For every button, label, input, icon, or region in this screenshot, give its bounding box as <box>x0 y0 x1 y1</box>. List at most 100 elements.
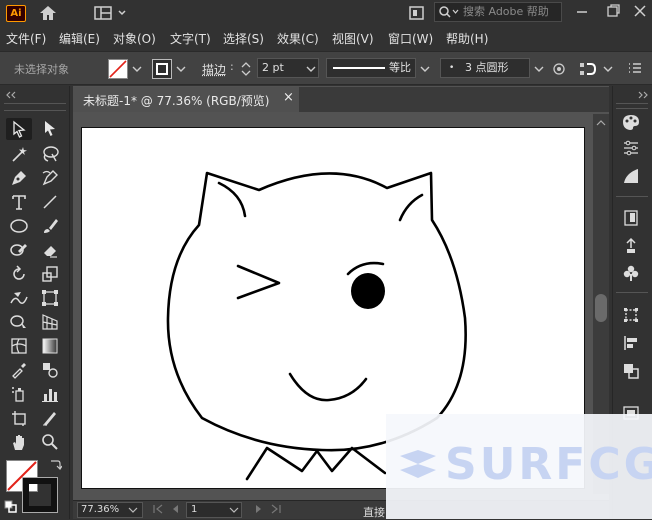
artboard-dropdown-icon[interactable] <box>229 504 239 518</box>
shaper-tool-icon[interactable] <box>8 240 30 260</box>
stroke-stepper[interactable] <box>238 59 254 79</box>
minimize-icon[interactable] <box>574 2 590 20</box>
open-eye-pupil <box>351 273 385 309</box>
variable-width-profile[interactable]: 等比 <box>326 58 416 78</box>
zoom-tool-icon[interactable] <box>39 432 61 452</box>
brush-definition[interactable]: • 3 点圆形 <box>440 58 530 78</box>
next-artboard-icon[interactable] <box>252 503 264 518</box>
control-menu-icon[interactable] <box>628 61 642 78</box>
slice-tool-icon[interactable] <box>39 408 61 428</box>
blend-tool-icon[interactable] <box>39 360 61 380</box>
pathfinder-panel-icon[interactable] <box>620 361 642 381</box>
swap-fill-stroke-icon[interactable] <box>48 458 63 475</box>
gradient-tool-icon[interactable] <box>39 336 61 356</box>
brush-dropdown-icon[interactable] <box>533 62 545 79</box>
stroke-dropdown-icon[interactable] <box>175 62 187 79</box>
stroke-weight-value: 2 pt <box>262 61 284 74</box>
last-artboard-icon[interactable] <box>268 503 282 518</box>
rotate-tool-icon[interactable] <box>8 264 30 284</box>
workspace-icon[interactable] <box>94 4 130 22</box>
tool-status-label: 直接 <box>363 506 385 519</box>
profile-dropdown-icon[interactable] <box>419 62 431 79</box>
gradient-panel-icon[interactable] <box>620 166 642 186</box>
paintbrush-tool-icon[interactable] <box>39 216 61 236</box>
menu-select[interactable]: 选择(S) <box>223 30 264 47</box>
fill-dropdown-icon[interactable] <box>131 62 143 79</box>
perspective-grid-tool-icon[interactable] <box>39 312 61 332</box>
warp-tool-icon[interactable] <box>8 288 30 308</box>
mouth-smile <box>288 372 368 402</box>
selection-status: 未选择对象 <box>14 63 69 76</box>
cat-head-outline <box>166 171 467 452</box>
mesh-tool-icon[interactable] <box>8 336 30 356</box>
stroke-color-swatch[interactable] <box>22 477 58 513</box>
tools-panel-grip[interactable] <box>4 103 66 111</box>
home-icon[interactable] <box>38 4 58 22</box>
prev-artboard-icon[interactable] <box>170 503 182 518</box>
zoom-dropdown-icon[interactable] <box>128 504 138 518</box>
menu-help[interactable]: 帮助(H) <box>446 30 488 47</box>
app-logo: Ai <box>6 5 26 22</box>
profile-line <box>333 67 385 69</box>
menu-effect[interactable]: 效果(C) <box>277 30 319 47</box>
dock-separator <box>616 196 648 197</box>
artboard-number: 1 <box>191 504 198 515</box>
brush-dot-icon: • <box>449 63 455 73</box>
default-fill-stroke-icon[interactable] <box>4 500 18 517</box>
properties-panel-icon[interactable] <box>620 138 642 158</box>
dock-grip[interactable] <box>616 103 648 109</box>
scale-tool-icon[interactable] <box>39 264 61 284</box>
lasso-tool-icon[interactable] <box>39 144 61 164</box>
magic-wand-tool-icon[interactable] <box>8 144 30 164</box>
zoom-value: 77.36% <box>81 504 120 515</box>
column-graph-tool-icon[interactable] <box>39 384 61 404</box>
menu-type[interactable]: 文字(T) <box>170 30 211 47</box>
restore-icon[interactable] <box>605 2 621 20</box>
align-dropdown-icon[interactable] <box>602 62 614 79</box>
color-panel-icon[interactable] <box>620 112 642 132</box>
menu-edit[interactable]: 编辑(E) <box>59 30 100 47</box>
free-transform-tool-icon[interactable] <box>39 288 61 308</box>
recolor-icon[interactable] <box>552 60 572 81</box>
menu-view[interactable]: 视图(V) <box>332 30 374 47</box>
panel-collapse-icon[interactable] <box>4 89 18 103</box>
stroke-weight-dropdown-icon[interactable] <box>305 62 317 79</box>
artboard-tool-icon[interactable] <box>8 408 30 428</box>
align-objects-panel-icon[interactable] <box>620 333 642 353</box>
direct-selection-tool-icon[interactable] <box>39 118 61 138</box>
eyedropper-tool-icon[interactable] <box>8 360 30 380</box>
menu-file[interactable]: 文件(F) <box>6 30 46 47</box>
line-segment-tool-icon[interactable] <box>39 192 61 212</box>
curvature-tool-icon[interactable] <box>39 168 61 188</box>
profile-label: 等比 <box>389 61 411 74</box>
stroke-colon: : <box>230 60 234 73</box>
dock-collapse-icon[interactable] <box>636 89 650 103</box>
fill-swatch[interactable] <box>108 59 128 79</box>
shape-builder-tool-icon[interactable] <box>8 312 30 332</box>
pen-tool-icon[interactable] <box>8 168 30 188</box>
hand-tool-icon[interactable] <box>8 432 30 452</box>
right-inner-ear <box>398 193 424 222</box>
ellipse-tool-icon[interactable] <box>8 216 30 236</box>
type-tool-icon[interactable] <box>8 192 30 212</box>
transform-panel-icon[interactable] <box>620 305 642 325</box>
layers-panel-icon[interactable] <box>620 208 642 228</box>
arrange-icon[interactable] <box>408 4 426 22</box>
stroke-swatch[interactable] <box>152 59 172 79</box>
close-tab-icon[interactable]: × <box>283 90 294 105</box>
scroll-up-icon[interactable] <box>596 117 606 131</box>
align-panel-icon[interactable] <box>578 60 598 81</box>
symbol-sprayer-tool-icon[interactable] <box>8 384 30 404</box>
first-artboard-icon[interactable] <box>152 503 166 518</box>
stroke-label[interactable]: 描边 <box>202 61 226 78</box>
vertical-scroll-thumb[interactable] <box>595 294 607 322</box>
menu-object[interactable]: 对象(O) <box>113 30 156 47</box>
symbols-panel-icon[interactable] <box>620 263 642 283</box>
menu-window[interactable]: 窗口(W) <box>388 30 433 47</box>
eraser-tool-icon[interactable] <box>39 240 61 260</box>
winking-eye <box>236 264 281 300</box>
selection-tool-icon[interactable] <box>6 118 32 140</box>
close-window-icon[interactable] <box>632 2 648 20</box>
left-inner-ear <box>217 181 247 218</box>
libraries-panel-icon[interactable] <box>620 236 642 256</box>
